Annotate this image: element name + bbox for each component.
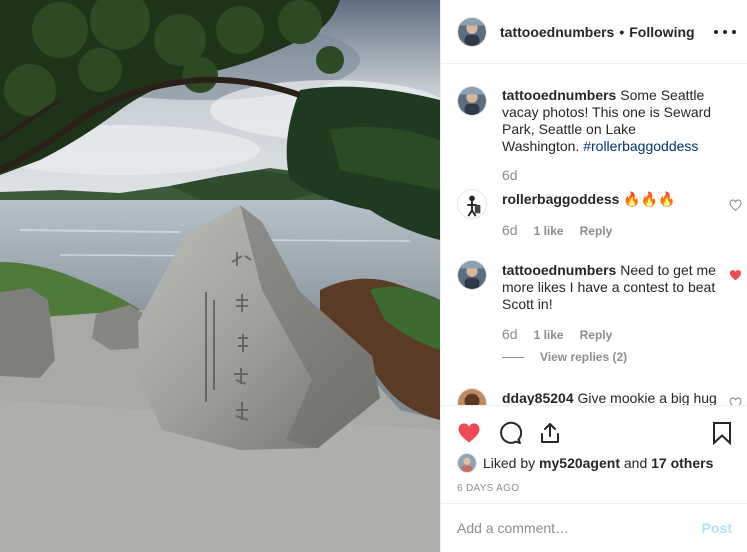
comment-item: rollerbaggoddess 🔥🔥🔥 6d 1 like Reply bbox=[457, 189, 742, 249]
commenter-avatar[interactable] bbox=[457, 388, 487, 405]
likes-others-link[interactable]: 17 others bbox=[651, 455, 713, 471]
view-replies-button[interactable]: View replies (2) bbox=[502, 350, 627, 364]
add-comment-bar: Post bbox=[441, 503, 747, 552]
comment-text: Give mookie a big hug bbox=[577, 390, 717, 405]
caption: tattooednumbers Some Seattle vacay photo… bbox=[457, 86, 742, 196]
liked-by-conjunction: and bbox=[623, 455, 648, 471]
comment-time[interactable]: 6d bbox=[502, 222, 518, 238]
more-options-icon[interactable] bbox=[714, 22, 736, 42]
following-button[interactable]: Following bbox=[629, 24, 694, 40]
post-detail-panel: tattooednumbers • Following tattooednumb… bbox=[440, 0, 747, 552]
commenter-avatar[interactable] bbox=[457, 189, 487, 219]
comment-input[interactable] bbox=[457, 520, 702, 536]
comment-icon[interactable] bbox=[498, 421, 522, 445]
author-username[interactable]: tattooednumbers bbox=[500, 24, 614, 40]
comment-username[interactable]: dday85204 bbox=[502, 390, 574, 405]
post-timestamp[interactable]: 6 DAYS AGO bbox=[457, 483, 519, 494]
comment-item: tattooednumbers Need to get me more like… bbox=[457, 260, 742, 370]
comment-meta: 6d 1 like Reply bbox=[502, 222, 612, 238]
seward-park-photo bbox=[0, 0, 440, 552]
post-comment-button[interactable]: Post bbox=[702, 520, 732, 536]
caption-time[interactable]: 6d bbox=[502, 167, 518, 183]
comment-time[interactable]: 6d bbox=[502, 326, 518, 342]
liker-username[interactable]: my520agent bbox=[539, 455, 620, 471]
comment-body: tattooednumbers Need to get me more like… bbox=[502, 262, 717, 313]
comment-item: dday85204 Give mookie a big hug bbox=[457, 388, 742, 405]
post-photo[interactable] bbox=[0, 0, 440, 552]
liked-by-prefix: Liked by bbox=[483, 455, 536, 471]
post-actions-bar bbox=[441, 405, 747, 455]
share-icon[interactable] bbox=[538, 421, 562, 445]
comment-like-heart-icon[interactable] bbox=[729, 397, 742, 405]
comment-text: 🔥🔥🔥 bbox=[623, 191, 676, 207]
reply-button[interactable]: Reply bbox=[580, 328, 613, 342]
header-separator: • bbox=[619, 23, 625, 40]
replies-divider bbox=[502, 356, 524, 358]
bookmark-icon[interactable] bbox=[710, 421, 734, 445]
commenter-avatar[interactable] bbox=[457, 260, 487, 290]
likes-summary: Liked by my520agent and 17 others bbox=[457, 453, 713, 473]
liker-avatar[interactable] bbox=[457, 453, 477, 473]
author-avatar[interactable] bbox=[457, 86, 487, 116]
comment-liked-heart-icon[interactable] bbox=[729, 269, 742, 282]
comment-like-heart-icon[interactable] bbox=[729, 199, 742, 212]
reply-button[interactable]: Reply bbox=[580, 224, 613, 238]
comments-list[interactable]: tattooednumbers Some Seattle vacay photo… bbox=[441, 65, 747, 405]
comment-likes[interactable]: 1 like bbox=[534, 328, 564, 342]
post-header: tattooednumbers • Following bbox=[441, 0, 747, 64]
comment-username[interactable]: rollerbaggoddess bbox=[502, 191, 619, 207]
view-replies-label: View replies (2) bbox=[540, 350, 628, 364]
caption-username[interactable]: tattooednumbers bbox=[502, 87, 616, 103]
comment-username[interactable]: tattooednumbers bbox=[502, 262, 616, 278]
caption-hashtag[interactable]: #rollerbaggoddess bbox=[583, 138, 698, 154]
author-avatar[interactable] bbox=[457, 16, 487, 47]
heart-icon[interactable] bbox=[457, 421, 481, 445]
comment-meta: 6d 1 like Reply bbox=[502, 326, 612, 342]
caption-meta: 6d bbox=[502, 167, 518, 183]
caption-body: tattooednumbers Some Seattle vacay photo… bbox=[502, 87, 717, 155]
comment-body: dday85204 Give mookie a big hug bbox=[502, 390, 717, 405]
comment-body: rollerbaggoddess 🔥🔥🔥 bbox=[502, 191, 717, 208]
comment-likes[interactable]: 1 like bbox=[534, 224, 564, 238]
